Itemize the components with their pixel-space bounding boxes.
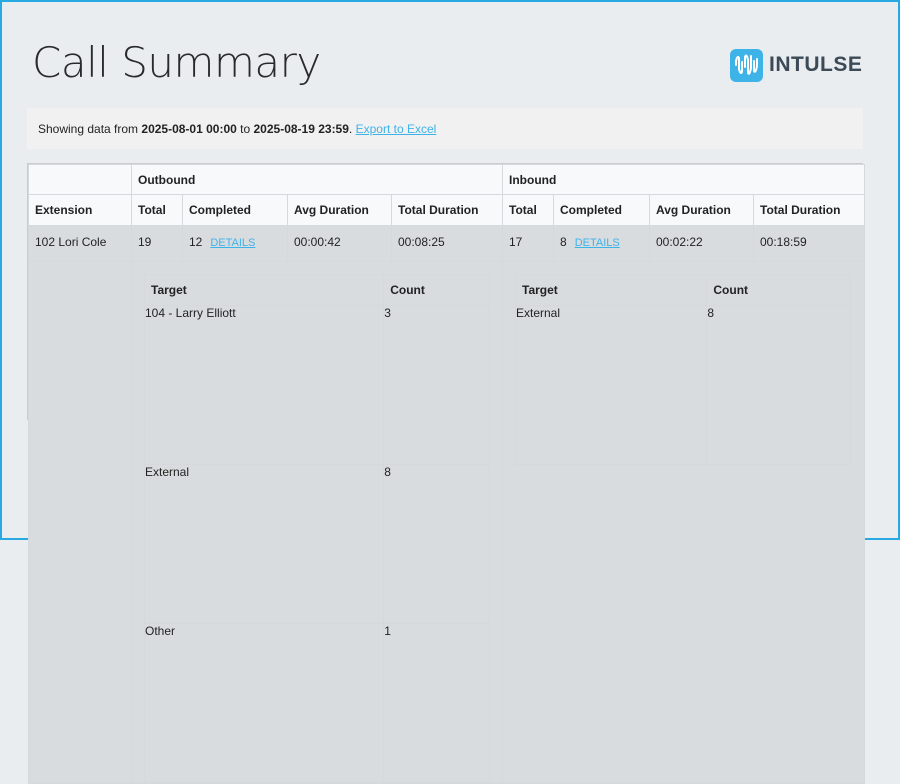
export-to-excel-link[interactable]: Export to Excel xyxy=(356,122,437,136)
target-cell: External xyxy=(514,305,708,465)
target-cell: Other xyxy=(143,623,385,783)
outbound-completed-header: Completed xyxy=(182,194,288,226)
target-header: Target xyxy=(143,274,385,306)
outbound-avg-duration-cell: 00:00:42 xyxy=(287,225,392,262)
inbound-group-header: Inbound xyxy=(501,164,866,195)
inbound-details-cell: Target Count External 8 xyxy=(501,261,866,784)
target-cell: External xyxy=(143,464,385,624)
inbound-completed-header: Completed xyxy=(553,194,650,226)
date-range-bar: Showing data from 2025-08-01 00:00 to 20… xyxy=(27,108,863,149)
call-summary-table: Outbound Inbound Extension Total Complet… xyxy=(27,163,866,784)
outbound-details-link[interactable]: DETAILS xyxy=(210,237,255,249)
inbound-target-table: Target Count External 8 xyxy=(514,274,851,465)
inbound-completed-value: 8 xyxy=(560,235,567,249)
inbound-avg-duration-cell: 00:02:22 xyxy=(649,225,754,262)
details-spacer-cell xyxy=(28,261,132,784)
empty-header-cell xyxy=(28,164,132,195)
extension-cell: 102 Lori Cole xyxy=(28,225,132,262)
outbound-avg-duration-header: Avg Duration xyxy=(287,194,392,226)
count-cell: 8 xyxy=(383,464,490,624)
group-header-row: Outbound Inbound xyxy=(28,164,866,195)
info-prefix: Showing data from xyxy=(38,121,142,136)
date-to: 2025-08-19 23:59 xyxy=(253,121,349,136)
outbound-group-header: Outbound xyxy=(131,164,503,195)
extension-header: Extension xyxy=(28,194,132,226)
count-cell: 8 xyxy=(706,305,851,465)
column-header-row: Extension Total Completed Avg Duration T… xyxy=(28,194,866,226)
list-item: External 8 xyxy=(514,305,851,465)
details-row: Target Count 104 - Larry Elliott 3 Exter… xyxy=(28,261,866,784)
outbound-total-header: Total xyxy=(131,194,183,226)
info-middle: to xyxy=(236,121,254,136)
inbound-total-cell: 17 xyxy=(502,225,554,262)
inbound-completed-cell: 8 DETAILS xyxy=(553,225,650,262)
outbound-total-duration-header: Total Duration xyxy=(391,194,503,226)
count-cell: 1 xyxy=(383,623,490,783)
count-header: Count xyxy=(383,274,490,306)
outbound-target-header-row: Target Count xyxy=(143,274,490,306)
target-cell: 104 - Larry Elliott xyxy=(143,305,385,465)
inbound-total-header: Total xyxy=(502,194,554,226)
outbound-completed-cell: 12 DETAILS xyxy=(182,225,288,262)
list-item: 104 - Larry Elliott 3 xyxy=(143,305,490,465)
list-item: External 8 xyxy=(143,464,490,624)
inbound-target-header-row: Target Count xyxy=(514,274,851,306)
logo-text: INTULSE xyxy=(769,53,863,76)
outbound-completed-value: 12 xyxy=(189,235,203,249)
intulse-logo: INTULSE xyxy=(730,48,862,82)
table-row: 102 Lori Cole 19 12 DETAILS 00:00:42 00:0… xyxy=(28,225,866,262)
inbound-details-link[interactable]: DETAILS xyxy=(575,237,620,249)
waveform-icon xyxy=(730,48,763,82)
page-title: Call Summary xyxy=(32,38,321,87)
inbound-total-duration-cell: 00:18:59 xyxy=(752,225,866,262)
outbound-total-duration-cell: 00:08:25 xyxy=(391,225,503,262)
date-from: 2025-08-01 00:00 xyxy=(141,121,237,136)
target-header: Target xyxy=(514,274,708,306)
inbound-avg-duration-header: Avg Duration xyxy=(649,194,754,226)
inbound-total-duration-header: Total Duration xyxy=(752,194,866,226)
info-suffix: . xyxy=(348,121,356,136)
list-item: Other 1 xyxy=(143,623,490,783)
outbound-total-cell: 19 xyxy=(131,225,183,262)
outbound-details-cell: Target Count 104 - Larry Elliott 3 Exter… xyxy=(131,261,503,784)
count-header: Count xyxy=(706,274,851,306)
count-cell: 3 xyxy=(383,305,490,465)
outbound-target-table: Target Count 104 - Larry Elliott 3 Exter… xyxy=(143,274,490,783)
